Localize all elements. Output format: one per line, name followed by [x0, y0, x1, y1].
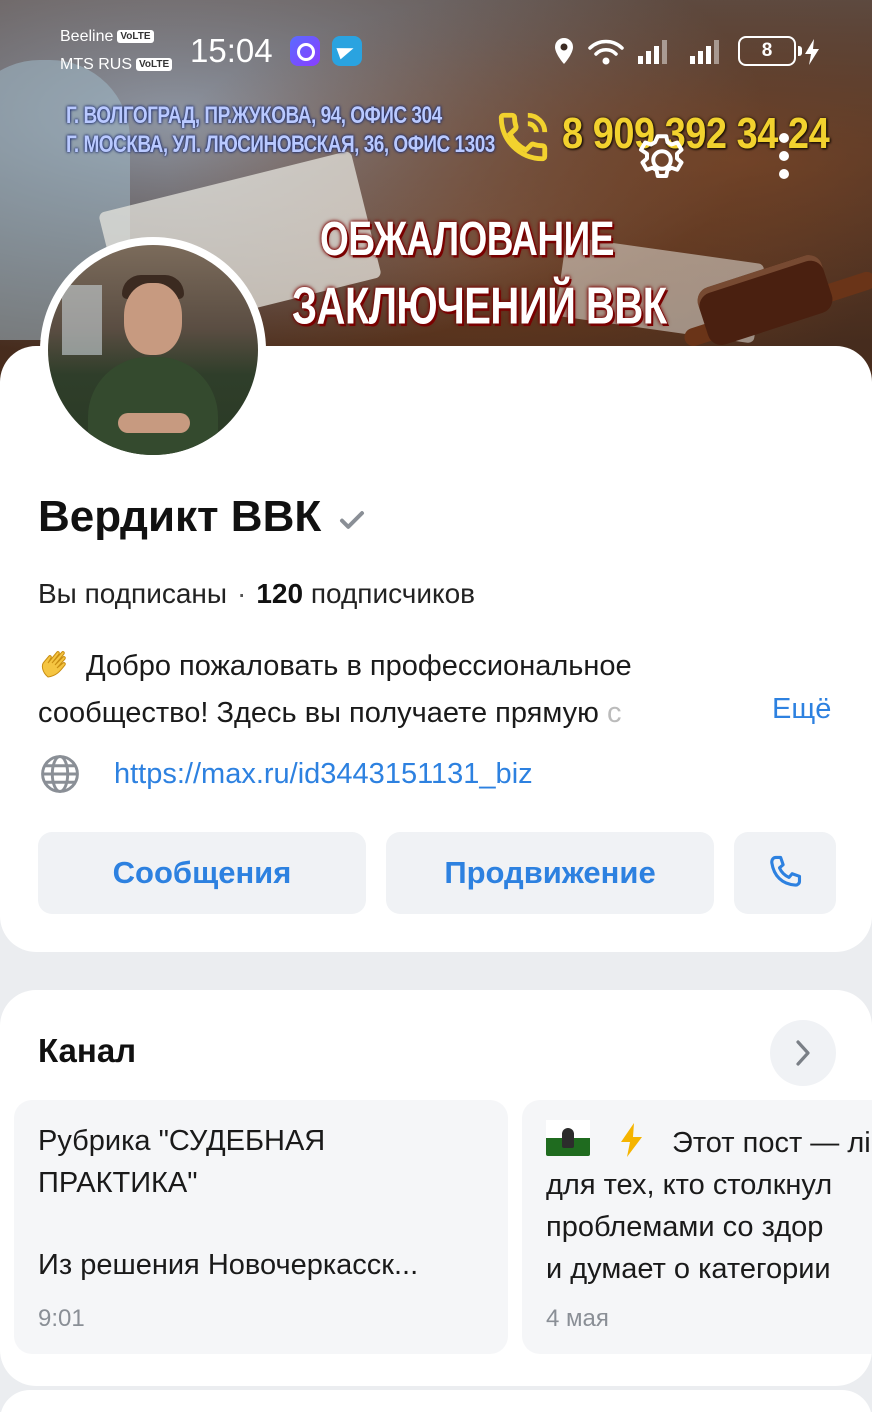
- verified-icon: [340, 511, 365, 529]
- max-app-notification-icon: [290, 36, 320, 66]
- signal-icon: [638, 40, 667, 64]
- post-title: Рубрика "СУДЕБНАЯ ПРАКТИКА": [38, 1125, 326, 1199]
- avatar[interactable]: [40, 237, 266, 463]
- telegram-notification-icon: [332, 36, 362, 66]
- subscribed-status: Вы подписаны: [38, 578, 227, 609]
- post-preview: Из решения Новочеркасск...: [38, 1249, 419, 1281]
- channel-post-1[interactable]: Рубрика "СУДЕБНАЯ ПРАКТИКА" Из решения Н…: [14, 1100, 508, 1354]
- promotion-button[interactable]: Продвижение: [386, 832, 714, 914]
- show-more-link[interactable]: Ещё: [772, 693, 831, 726]
- phone-icon: [770, 855, 802, 887]
- chevron-right-icon: [796, 1040, 810, 1066]
- carrier-1: Beeline VoLTE: [60, 28, 154, 46]
- battery-icon: 8: [738, 36, 802, 66]
- next-section-card: [0, 1390, 872, 1412]
- cover-phone-icon: [498, 112, 548, 162]
- channel-section-title: Канал: [38, 1032, 137, 1069]
- charging-icon: [805, 39, 819, 65]
- post-time: 9:01: [38, 1305, 85, 1332]
- location-icon: [555, 38, 573, 64]
- lightning-icon: [621, 1123, 642, 1157]
- cover-address-2: Г. МОСКВА, УЛ. ЛЮСИНОВСКАЯ, 36, ОФИС 130…: [66, 132, 495, 159]
- call-button[interactable]: [734, 832, 836, 914]
- subscribers-label: подписчиков: [310, 578, 476, 609]
- subscribers-count: 120: [256, 578, 304, 609]
- settings-icon[interactable]: [632, 130, 692, 190]
- messages-button[interactable]: Сообщения: [38, 832, 366, 914]
- wifi-icon: [588, 39, 624, 65]
- carrier-2: MTS RUS VoLTE: [60, 56, 173, 74]
- globe-icon: [41, 755, 79, 793]
- post-thumbnail: [546, 1120, 590, 1156]
- website-link[interactable]: https://max.ru/id3443151131_biz: [114, 758, 533, 791]
- page-title: Вердикт ВВК: [38, 492, 322, 541]
- post-time: 4 мая: [546, 1305, 609, 1332]
- signal-icon-2: [690, 40, 719, 64]
- title-row: Вердикт ВВК: [38, 492, 367, 542]
- more-icon[interactable]: [772, 133, 796, 185]
- cover-headline-2: ЗАКЛЮЧЕНИЙ ВВК: [292, 278, 667, 336]
- channel-post-2[interactable]: Этот пост — лі для тех, кто столкнул про…: [522, 1100, 872, 1354]
- channel-profile-screen: Г. ВОЛГОГРАД, ПР.ЖУКОВА, 94, ОФИС 304 Г.…: [0, 0, 872, 1412]
- cover-address-1: Г. ВОЛГОГРАД, ПР.ЖУКОВА, 94, ОФИС 304: [66, 103, 442, 130]
- channel-description: Добро пожаловать в профессиональное сооб…: [38, 643, 838, 737]
- channel-open-button[interactable]: [770, 1020, 836, 1086]
- cover-headline-1: ОБЖАЛОВАНИЕ: [320, 212, 614, 266]
- status-bar: Beeline VoLTE MTS RUS VoLTE 15:04 8: [0, 0, 872, 90]
- website-row: https://max.ru/id3443151131_biz: [38, 752, 533, 796]
- clock: 15:04: [190, 32, 273, 69]
- wave-emoji-icon: [41, 651, 66, 678]
- subscription-info: Вы подписаны · 120 подписчиков: [38, 578, 476, 609]
